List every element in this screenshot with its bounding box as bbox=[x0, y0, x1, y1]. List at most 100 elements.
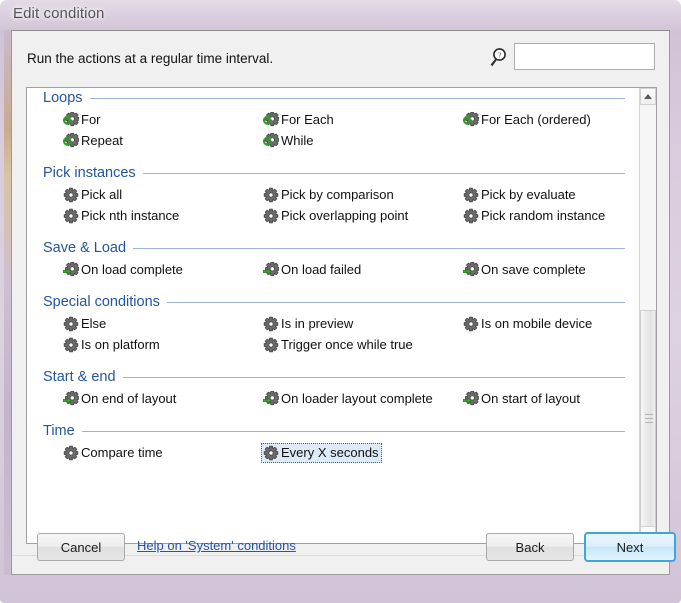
condition-item-label: Pick nth instance bbox=[81, 208, 180, 223]
group-items: For For Each For Each (ordered) Repeat While bbox=[27, 109, 639, 151]
condition-item[interactable]: On end of layout bbox=[27, 388, 227, 409]
gear-arrow-icon bbox=[263, 261, 279, 278]
search-area: ? bbox=[487, 43, 655, 70]
condition-item[interactable]: Repeat bbox=[27, 130, 227, 151]
condition-item-target[interactable]: Is in preview bbox=[261, 314, 356, 334]
condition-item-target[interactable]: Pick by evaluate bbox=[461, 185, 579, 205]
condition-item[interactable]: Compare time bbox=[27, 442, 227, 463]
gear-icon bbox=[263, 337, 279, 353]
condition-item-target[interactable]: For Each (ordered) bbox=[461, 110, 594, 130]
condition-item[interactable]: While bbox=[227, 130, 427, 151]
condition-item-target[interactable]: On load complete bbox=[61, 260, 186, 280]
condition-item[interactable]: For Each bbox=[227, 109, 427, 130]
scrollbar-thumb[interactable] bbox=[640, 310, 656, 528]
condition-item[interactable]: On save complete bbox=[427, 259, 627, 280]
scroll-up-button[interactable] bbox=[640, 88, 656, 105]
condition-item-target[interactable]: Trigger once while true bbox=[261, 335, 416, 355]
condition-item[interactable]: Every X seconds bbox=[227, 442, 427, 463]
condition-item[interactable]: Is on mobile device bbox=[427, 313, 627, 334]
condition-item[interactable]: Pick random instance bbox=[427, 205, 627, 226]
condition-item[interactable]: Pick nth instance bbox=[27, 205, 227, 226]
condition-item[interactable]: On start of layout bbox=[427, 388, 627, 409]
condition-item-target[interactable]: Repeat bbox=[61, 131, 126, 151]
condition-group: Loops For For Each For Each (ordered) Repeat… bbox=[27, 90, 639, 151]
condition-item-selected[interactable]: Every X seconds bbox=[261, 442, 382, 463]
condition-item-target[interactable]: For bbox=[61, 110, 104, 130]
gear-icon bbox=[263, 445, 279, 461]
group-title: Pick instances bbox=[43, 165, 136, 181]
condition-item-target[interactable]: Pick overlapping point bbox=[261, 206, 411, 226]
condition-group: Pick instances Pick all Pick by comparison… bbox=[27, 165, 639, 226]
scrollbar-track[interactable] bbox=[640, 105, 656, 528]
cancel-button[interactable]: Cancel bbox=[37, 533, 125, 561]
condition-item[interactable]: On loader layout complete bbox=[227, 388, 433, 409]
condition-item-target[interactable]: Pick by comparison bbox=[261, 185, 397, 205]
condition-row: Pick nth instance Pick overlapping point P… bbox=[27, 205, 639, 226]
condition-item[interactable]: Is in preview bbox=[227, 313, 427, 334]
condition-item-target[interactable]: On save complete bbox=[461, 260, 589, 280]
condition-item[interactable]: Else bbox=[27, 313, 227, 334]
condition-group: Save & Load On load complete On load faile… bbox=[27, 240, 639, 280]
condition-item-target[interactable]: For Each bbox=[261, 110, 337, 130]
condition-row: On end of layout On loader layout complet… bbox=[27, 388, 639, 409]
gear-icon bbox=[63, 208, 79, 224]
group-title: Save & Load bbox=[43, 240, 127, 256]
condition-item-target[interactable]: On load failed bbox=[261, 260, 364, 280]
gear-icon bbox=[463, 187, 479, 203]
condition-item-target[interactable]: On loader layout complete bbox=[261, 389, 436, 409]
condition-item-target[interactable]: Pick nth instance bbox=[61, 206, 182, 226]
condition-item-label: While bbox=[281, 133, 314, 148]
condition-item-target[interactable]: While bbox=[261, 131, 317, 151]
gear-arrow-icon bbox=[463, 261, 479, 278]
gear-loop-icon bbox=[63, 111, 79, 128]
condition-item-target[interactable]: On end of layout bbox=[61, 389, 179, 409]
condition-item[interactable]: Pick by evaluate bbox=[427, 184, 627, 205]
condition-row: Else Is in preview Is on mobile device bbox=[27, 313, 639, 334]
vertical-scrollbar[interactable] bbox=[639, 88, 656, 543]
condition-item[interactable]: Pick by comparison bbox=[227, 184, 427, 205]
condition-item[interactable]: For Each (ordered) bbox=[427, 109, 627, 130]
condition-item[interactable]: Pick all bbox=[27, 184, 227, 205]
gear-arrow-icon bbox=[463, 390, 479, 407]
condition-item[interactable]: Trigger once while true bbox=[227, 334, 427, 355]
group-items: Else Is in preview Is on mobile device Is o… bbox=[27, 313, 639, 355]
condition-item-label: Repeat bbox=[81, 133, 123, 148]
gear-loop-icon bbox=[263, 111, 279, 128]
edit-condition-dialog: Edit condition Run the actions at a regu… bbox=[0, 0, 681, 603]
title-bar[interactable]: Edit condition bbox=[0, 0, 681, 30]
condition-group: Special conditions Else Is in preview Is on… bbox=[27, 294, 639, 355]
group-rule bbox=[89, 97, 625, 99]
next-button[interactable]: Next bbox=[584, 532, 676, 562]
search-input[interactable] bbox=[514, 43, 655, 70]
gear-icon bbox=[263, 316, 279, 332]
condition-item-label: On end of layout bbox=[81, 391, 177, 406]
scrollbar-grip bbox=[645, 414, 653, 426]
condition-item[interactable]: For bbox=[27, 109, 227, 130]
condition-item-target[interactable]: Compare time bbox=[61, 443, 166, 463]
group-header: Pick instances bbox=[27, 165, 639, 181]
condition-item-label: For Each (ordered) bbox=[481, 112, 591, 127]
condition-item-label: On load complete bbox=[81, 262, 183, 277]
condition-item-target[interactable]: Is on platform bbox=[61, 335, 163, 355]
group-header: Start & end bbox=[27, 369, 639, 385]
condition-item-target[interactable]: On start of layout bbox=[461, 389, 583, 409]
condition-item-target[interactable]: Pick random instance bbox=[461, 206, 608, 226]
group-items: On end of layout On loader layout complet… bbox=[27, 388, 639, 409]
dialog-client-area: Run the actions at a regular time interv… bbox=[11, 30, 676, 575]
help-link[interactable]: Help on 'System' conditions bbox=[137, 538, 296, 553]
condition-item-target[interactable]: Else bbox=[61, 314, 109, 334]
condition-item-label: On loader layout complete bbox=[281, 391, 433, 406]
condition-item[interactable]: On load complete bbox=[27, 259, 227, 280]
condition-item-target[interactable]: Is on mobile device bbox=[461, 314, 595, 334]
condition-item[interactable]: Pick overlapping point bbox=[227, 205, 427, 226]
condition-row: On load complete On load failed On save co… bbox=[27, 259, 639, 280]
condition-item[interactable]: On load failed bbox=[227, 259, 427, 280]
condition-item-target[interactable]: Pick all bbox=[61, 185, 125, 205]
gear-icon bbox=[263, 208, 279, 224]
gear-icon bbox=[63, 316, 79, 332]
condition-item[interactable]: Is on platform bbox=[27, 334, 227, 355]
conditions-list: Loops For For Each For Each (ordered) Repeat… bbox=[27, 88, 639, 471]
gear-icon bbox=[463, 316, 479, 332]
back-button[interactable]: Back bbox=[486, 533, 574, 561]
condition-item-label: Compare time bbox=[81, 445, 163, 460]
